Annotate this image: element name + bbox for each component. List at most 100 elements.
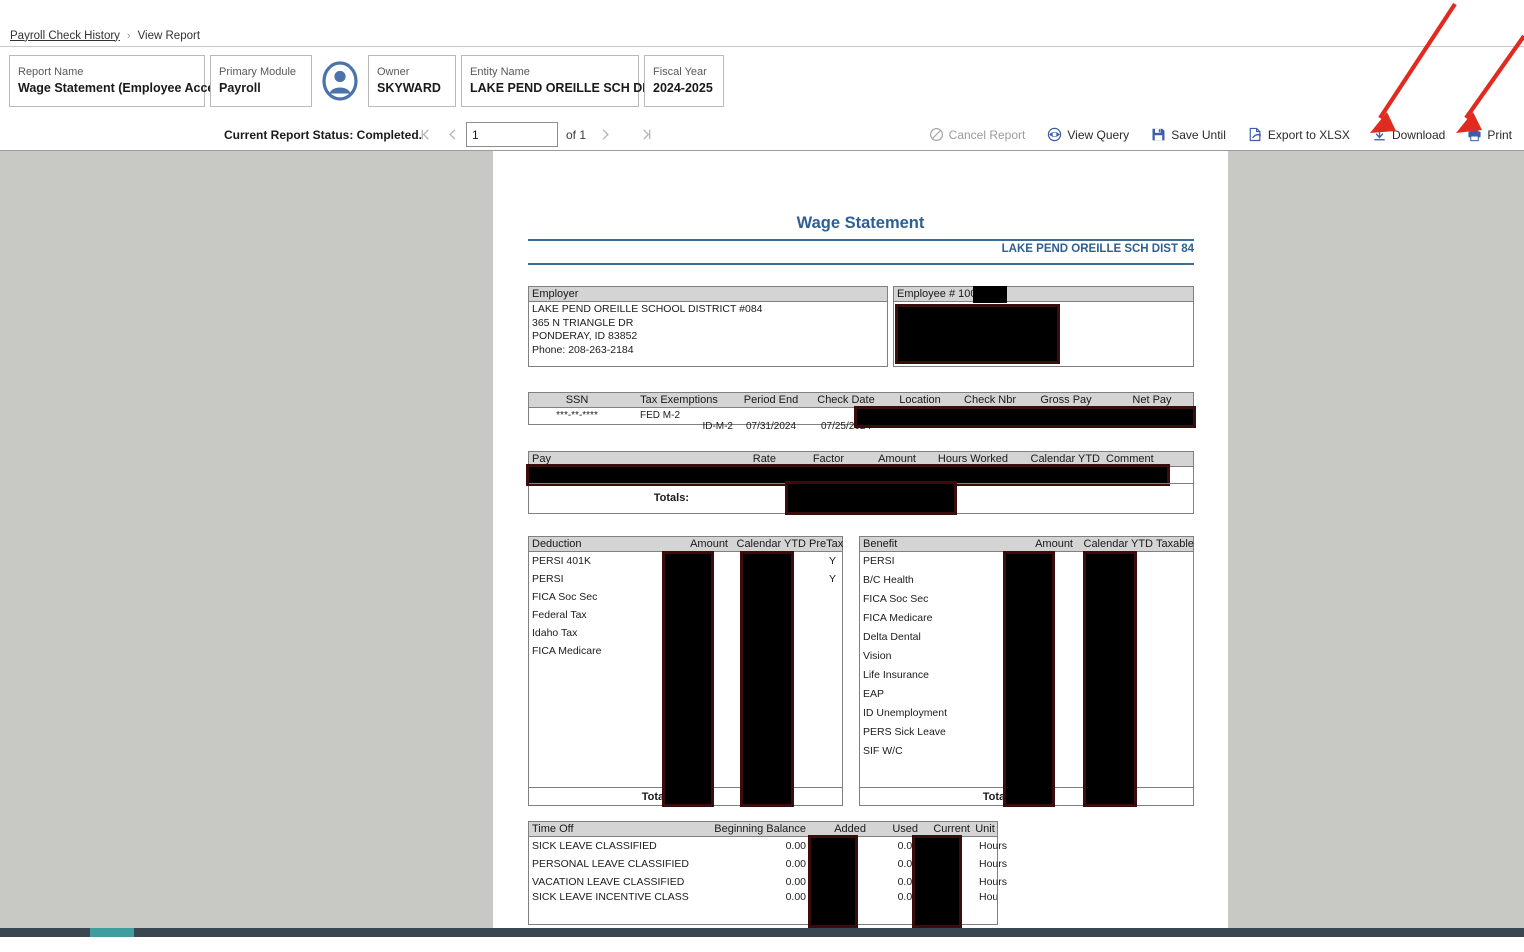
col-unit: Unit — [975, 823, 995, 835]
next-page-icon[interactable] — [592, 122, 619, 148]
download-button[interactable]: Download — [1372, 127, 1445, 142]
employer-line-3: PONDERAY, ID 83852 — [532, 330, 638, 343]
col-net-pay: Net Pay — [1132, 394, 1172, 406]
redaction-time-off-added — [808, 835, 858, 928]
report-header-strip: Report Name Wage Statement (Employee Acc… — [0, 47, 1524, 115]
col-current: Current — [933, 823, 970, 835]
bottom-status-bar-accent — [90, 928, 134, 937]
benefit-row-name: ID Unemployment — [863, 707, 948, 719]
col-amount: Amount — [878, 453, 916, 465]
chevron-right-icon: › — [126, 29, 131, 42]
first-page-icon[interactable] — [412, 122, 439, 148]
report-toolbar: Current Report Status: Completed. of 1 C… — [0, 118, 1524, 151]
report-title: Wage Statement — [796, 214, 925, 232]
employer-line-1: LAKE PEND OREILLE SCHOOL DISTRICT #084 — [532, 303, 763, 315]
user-avatar-icon — [320, 61, 360, 101]
deduction-box: Deduction Amount Calendar YTD PreTax PER… — [528, 536, 843, 807]
cancel-report-button[interactable]: Cancel Report — [929, 127, 1026, 142]
col-benefit-taxable: Taxable — [1156, 538, 1194, 550]
deduction-row-pretax: Y — [828, 573, 836, 585]
breadcrumb-link-payroll-check-history[interactable]: Payroll Check History — [10, 30, 120, 42]
last-page-icon[interactable] — [633, 122, 660, 148]
card-fiscal-year[interactable]: Fiscal Year 2024-2025 — [644, 55, 724, 107]
breadcrumb-current: View Report — [137, 29, 201, 42]
check-info-header-row: SSN Tax Exemptions Period End Check Date… — [529, 393, 1193, 408]
card-primary-module-value: Payroll — [219, 81, 261, 95]
report-entity-line: LAKE PEND OREILLE SCH DIST 84 — [1001, 243, 1194, 255]
pay-header-row: Pay Rate Factor Amount Hours Worked Cale… — [529, 452, 1193, 467]
print-label: Print — [1487, 127, 1512, 142]
col-pay: Pay — [532, 453, 551, 465]
prev-page-icon[interactable] — [439, 122, 466, 148]
page-number-input[interactable] — [466, 122, 558, 147]
col-gross-pay: Gross Pay — [1040, 394, 1092, 406]
benefit-row-name: FICA Soc Sec — [863, 593, 929, 605]
redaction-pay-totals — [785, 481, 957, 515]
report-viewer-canvas[interactable]: Wage Statement LAKE PEND OREILLE SCH DIS… — [0, 151, 1524, 928]
printer-icon — [1467, 127, 1482, 142]
page-navigation: of 1 — [412, 118, 660, 151]
col-used: Used — [892, 823, 918, 835]
benefit-row-name: PERSI — [863, 555, 895, 567]
save-until-label: Save Until — [1171, 127, 1226, 142]
deduction-totals-label: Totals: — [641, 790, 677, 803]
benefit-row-name: Vision — [863, 650, 892, 662]
col-added: Added — [834, 823, 866, 835]
time-off-name: SICK LEAVE INCENTIVE CLASS — [532, 891, 689, 902]
card-owner[interactable]: Owner SKYWARD — [368, 55, 456, 107]
time-off-name: VACATION LEAVE CLASSIFIED — [532, 876, 685, 888]
benefit-header-row: Benefit Amount Calendar YTD Taxable — [860, 537, 1194, 552]
report-page: Wage Statement LAKE PEND OREILLE SCH DIS… — [493, 151, 1228, 928]
export-to-xlsx-button[interactable]: Export to XLSX — [1248, 127, 1350, 142]
export-to-xlsx-label: Export to XLSX — [1267, 127, 1350, 142]
employer-line-2: 365 N TRIANGLE DR — [532, 316, 634, 329]
deduction-row-name: Federal Tax — [532, 609, 587, 621]
col-deduction-amount: Amount — [690, 538, 728, 550]
print-button[interactable]: Print — [1467, 127, 1512, 142]
col-ssn: SSN — [565, 394, 589, 406]
redaction-pay-row — [526, 464, 1170, 486]
view-query-label: View Query — [1067, 127, 1130, 142]
benefit-row-name: EAP — [863, 688, 885, 700]
deduction-row-name: FICA Medicare — [532, 645, 602, 657]
time-off-name: SICK LEAVE CLASSIFIED — [532, 840, 657, 852]
report-status-text: Current Report Status: Completed. — [224, 127, 423, 142]
card-report-name[interactable]: Report Name Wage Statement (Employee Acc… — [9, 55, 233, 107]
time-off-box: Time Off Beginning Balance Added Used Cu… — [528, 821, 1008, 928]
view-query-button[interactable]: View Query — [1047, 127, 1129, 142]
benefit-row-name: Life Insurance — [863, 669, 929, 681]
card-entity-name-label: Entity Name — [470, 66, 530, 78]
page-total-label: of 1 — [566, 127, 587, 142]
card-primary-module[interactable]: Primary Module Payroll — [210, 55, 312, 107]
time-off-used: 0.00 — [897, 840, 918, 852]
benefit-row-name: PERS Sick Leave — [863, 726, 946, 738]
deduction-row-name: PERSI — [532, 573, 564, 585]
card-owner-label: Owner — [377, 66, 410, 78]
card-entity-name-value: LAKE PEND OREILLE SCH DIS... — [470, 81, 665, 95]
download-icon — [1372, 127, 1387, 142]
redaction-deduction-calendar-ytd — [740, 551, 794, 807]
cell-ssn: ***-**-**** — [556, 410, 598, 421]
redaction-deduction-amount — [662, 551, 714, 807]
card-entity-name[interactable]: Entity Name LAKE PEND OREILLE SCH DIS... — [461, 55, 665, 107]
col-time-off: Time Off — [532, 823, 574, 835]
cancel-icon — [929, 127, 944, 142]
col-period-end: Period End — [743, 394, 799, 406]
save-until-button[interactable]: Save Until — [1151, 127, 1226, 142]
time-off-beginning-balance: 0.00 — [785, 876, 806, 888]
col-hours-worked: Hours Worked — [937, 453, 1008, 465]
redaction-time-off-current — [912, 835, 962, 928]
col-factor: Factor — [812, 453, 844, 465]
save-disk-icon — [1151, 127, 1166, 142]
redaction-benefit-amount — [1003, 551, 1055, 807]
employee-header: Employee # 100 — [894, 287, 1193, 302]
benefit-row-name: Delta Dental — [863, 631, 921, 643]
card-primary-module-label: Primary Module — [219, 66, 297, 78]
time-off-unit: Hours — [979, 840, 1008, 852]
card-owner-value: SKYWARD — [377, 81, 441, 95]
eye-icon — [1047, 127, 1062, 142]
card-report-name-value: Wage Statement (Employee Access) — [18, 81, 233, 95]
cancel-report-label: Cancel Report — [948, 127, 1026, 142]
col-rate: Rate — [752, 453, 776, 465]
benefit-box: Benefit Amount Calendar YTD Taxable PERS… — [859, 536, 1194, 807]
